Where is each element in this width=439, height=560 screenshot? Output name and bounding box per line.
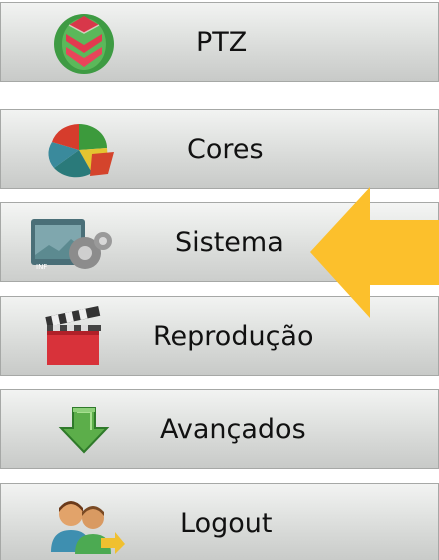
side-menu: PTZ Cores INF Sistema Reprodução Avançad…: [0, 0, 439, 560]
users-icon: [39, 492, 129, 556]
pointer-arrow-icon: [300, 185, 439, 320]
menu-item-cores[interactable]: Cores: [0, 109, 439, 189]
ptz-icon: [39, 11, 129, 75]
clapperboard-icon: [23, 305, 113, 369]
menu-item-label: Avançados: [160, 414, 306, 445]
svg-text:INF: INF: [36, 263, 47, 271]
menu-item-label: Cores: [187, 134, 264, 165]
menu-item-label: Reprodução: [153, 321, 314, 352]
menu-item-label: Logout: [180, 508, 273, 539]
menu-item-avancados[interactable]: Avançados: [0, 389, 439, 469]
menu-item-label: PTZ: [196, 27, 248, 58]
colors-pie-icon: [34, 118, 124, 182]
system-gears-icon: INF: [23, 211, 113, 275]
menu-item-logout[interactable]: Logout: [0, 483, 439, 560]
menu-item-label: Sistema: [175, 227, 284, 258]
download-arrow-icon: [39, 398, 129, 462]
menu-item-ptz[interactable]: PTZ: [0, 2, 439, 82]
